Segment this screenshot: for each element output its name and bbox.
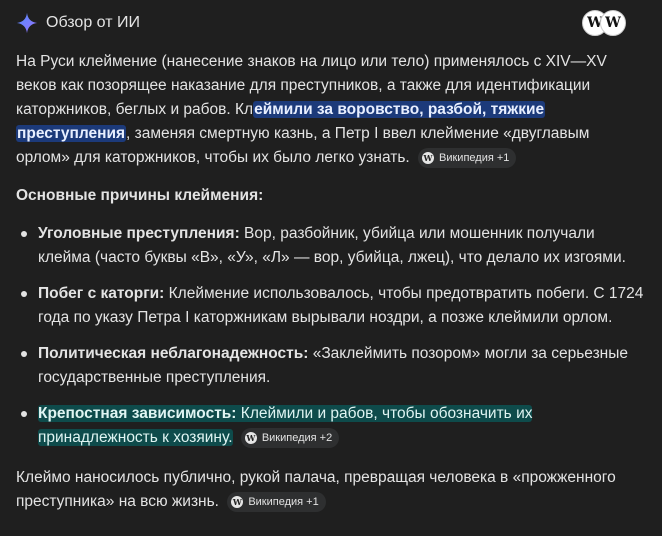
intro-paragraph: На Руси клеймение (нанесение знаков на л… (16, 50, 662, 170)
reasons-list: Уголовные преступления: Вор, разбойник, … (16, 222, 662, 450)
list-item: Уголовные преступления: Вор, разбойник, … (16, 222, 662, 270)
text: Клеймили и рабов, чтобы обозначить их (236, 405, 533, 422)
text: орлом» для каторжников, чтобы их было ле… (16, 149, 410, 166)
bullet-icon (21, 411, 27, 417)
item-label: Политическая неблагонадежность: (38, 345, 309, 362)
source-chip[interactable]: W Википедия +1 (227, 491, 326, 512)
text: «Заклеймить позором» могли за серьезные (308, 345, 628, 362)
chip-label: Википедия +1 (248, 495, 319, 508)
list-item: Политическая неблагонадежность: «Заклейм… (16, 342, 662, 390)
page-title: Обзор от ИИ (46, 14, 140, 31)
item-label: Крепостная зависимость: (38, 405, 237, 422)
wikipedia-icon: W (231, 495, 244, 508)
source-chip[interactable]: W Википедия +2 (240, 427, 340, 448)
source-chip[interactable]: W Википедия +1 (418, 147, 517, 168)
bullet-icon (21, 351, 27, 357)
text: веков как позорящее наказание для престу… (16, 77, 591, 94)
wikipedia-icon: W (244, 431, 257, 444)
text: Клеймо наносилось публично, рукой палача… (16, 469, 616, 486)
text: Клеймение использовалось, чтобы предотвр… (164, 285, 644, 302)
item-label: Побег с каторги: (38, 285, 165, 302)
bullet-icon (21, 231, 27, 237)
text: государственные преступления. (38, 369, 271, 386)
highlighted-text[interactable]: еймили за воровство, разбой, тяжкие (253, 101, 546, 118)
chip-label: Википедия +2 (261, 431, 333, 444)
text: Вор, разбойник, убийца или мошенник полу… (239, 225, 595, 242)
sparkle-icon (16, 12, 38, 34)
sources-button[interactable]: W W (582, 10, 632, 36)
text: года по указу Петра I каторжникам вырыва… (38, 309, 613, 326)
section-heading: Основные причины клеймения: (16, 187, 264, 204)
list-item: Крепостная зависимость: Клеймили и рабов… (16, 402, 662, 450)
text: На Руси клеймение (нанесение знаков на л… (16, 53, 607, 70)
highlighted-text[interactable]: принадлежность к хозяину. (38, 429, 233, 446)
text: клейма (часто буквы «В», «У», «Л» — вор,… (38, 249, 626, 266)
list-item: Побег с каторги: Клеймение использовалос… (16, 282, 662, 330)
wikipedia-icon: W (600, 10, 626, 36)
item-label: Уголовные преступления: (38, 225, 240, 242)
highlighted-text[interactable]: Крепостная зависимость: Клеймили и рабов… (38, 405, 533, 422)
wikipedia-icon: W (422, 151, 435, 164)
chip-label: Википедия +1 (439, 151, 510, 164)
bullet-icon (21, 291, 27, 297)
closing-paragraph: Клеймо наносилось публично, рукой палача… (16, 466, 662, 514)
ai-overview-content: На Руси клеймение (нанесение знаков на л… (16, 50, 662, 514)
highlighted-text[interactable]: преступления (16, 125, 127, 142)
text: преступника» на всю жизнь. (16, 493, 219, 510)
text: , заменяя смертную казнь, а Петр I ввел … (126, 125, 590, 142)
text: каторжников, беглых и рабов. Кл (16, 101, 254, 118)
ai-overview-header: Обзор от ИИ (16, 10, 140, 36)
